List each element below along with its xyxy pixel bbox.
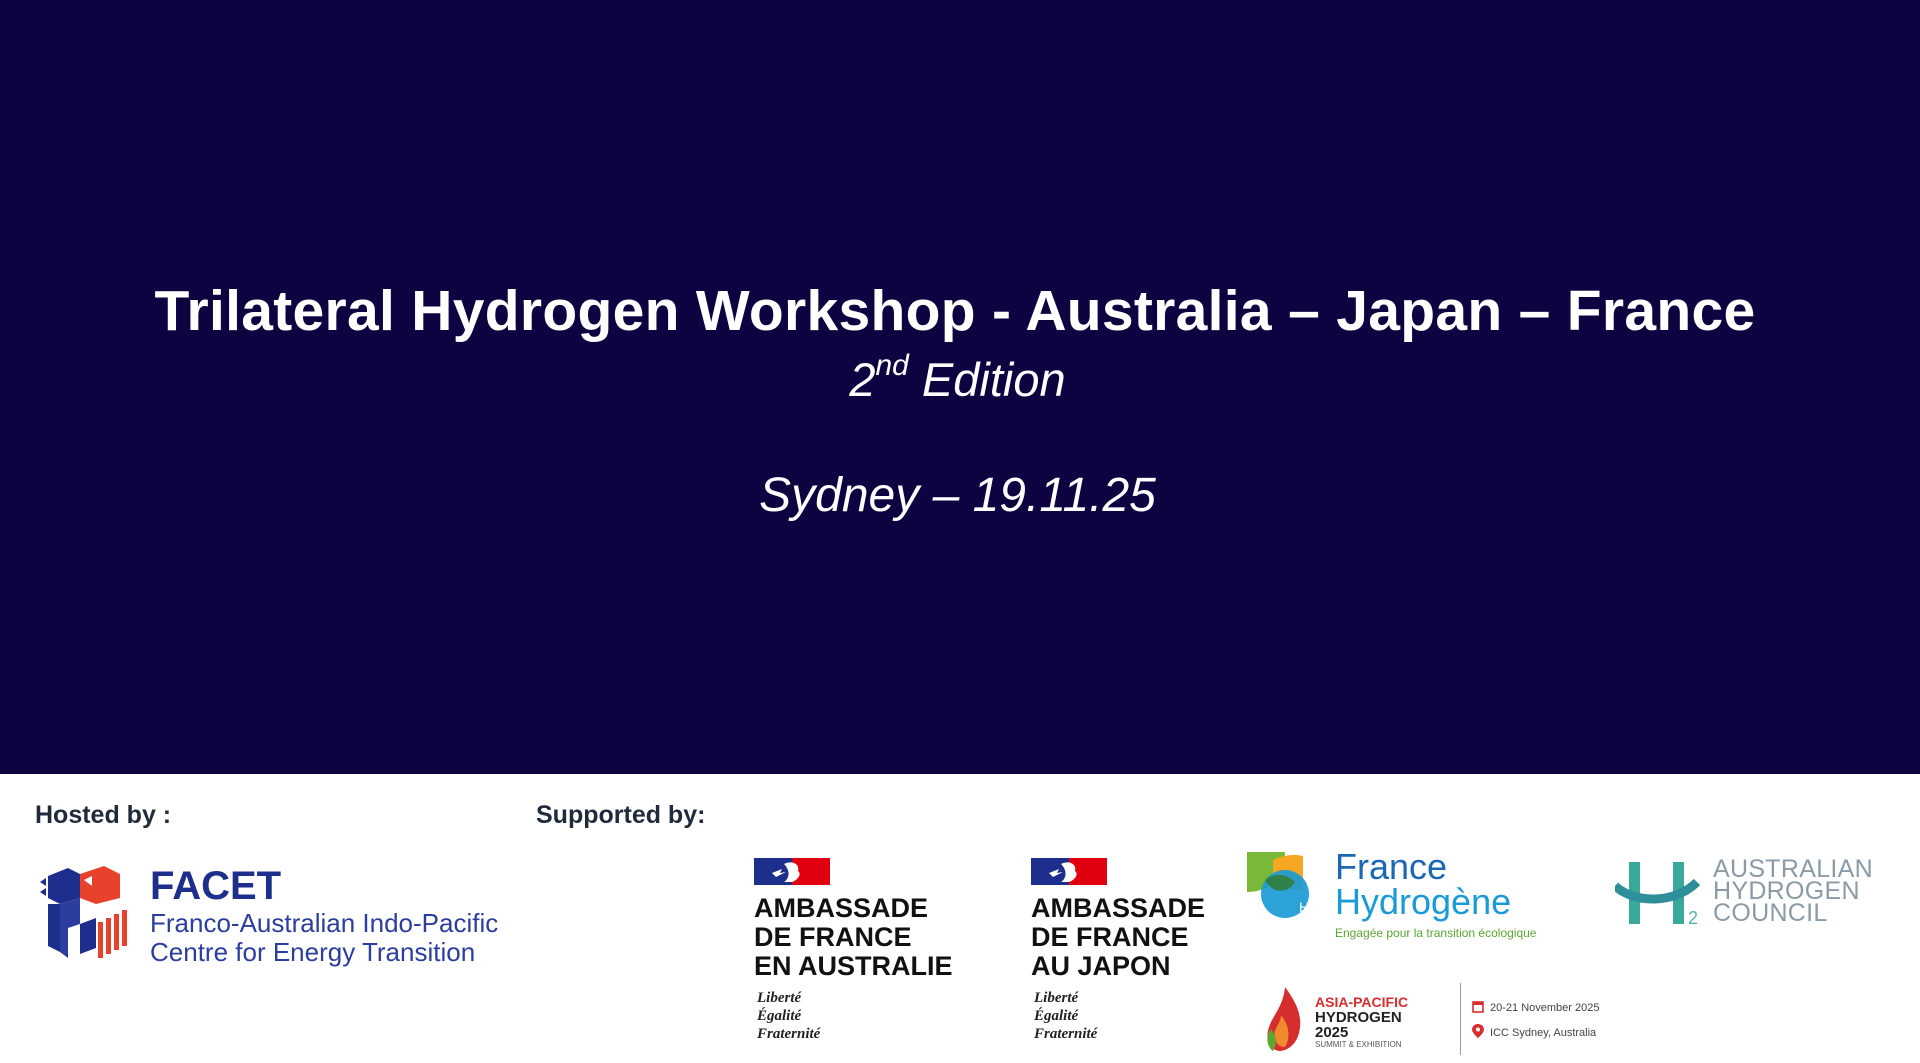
embassy-au-motto: Liberté Égalité Fraternité — [757, 989, 820, 1043]
embassy-au-line1: AMBASSADE — [754, 893, 929, 923]
motto-liberte: Liberté — [757, 990, 802, 1006]
ahc-name: AUSTRALIAN HYDROGEN COUNCIL — [1713, 857, 1873, 927]
marianne-flag-icon — [1031, 858, 1107, 885]
facet-name: FACET — [150, 864, 282, 908]
aph-location: ICC Sydney, Australia — [1472, 1024, 1596, 1039]
svg-text:2: 2 — [1688, 908, 1698, 928]
embassy-jp-line1: AMBASSADE — [1031, 893, 1206, 923]
slide-title: Trilateral Hydrogen Workshop - Australia… — [154, 279, 1756, 343]
title-slide: Trilateral Hydrogen Workshop - Australia… — [0, 0, 1920, 1063]
aph-line4: SUMMIT & EXHIBITION — [1315, 1040, 1402, 1049]
svg-text:H₂: H₂ — [1299, 899, 1315, 915]
aph-line1: ASIA-PACIFIC — [1315, 994, 1409, 1010]
asia-pacific-hydrogen-logo: ASIA-PACIFIC HYDROGEN 2025 SUMMIT & EXHI… — [1263, 985, 1423, 1055]
hosted-by-label: Hosted by : — [35, 801, 172, 829]
motto-egalite: Égalité — [757, 1008, 802, 1024]
motto-fraternite: Fraternité — [1034, 1026, 1098, 1042]
france-hydrogene-logo: H₂ France Hydrogène Engagée pour la tran… — [1245, 848, 1565, 945]
edition-number: 2 — [849, 353, 876, 406]
facet-mark-icon — [40, 866, 127, 958]
aph-dates: 20-21 November 2025 — [1472, 1000, 1599, 1014]
ahc-line3: COUNCIL — [1713, 899, 1828, 927]
aph-divider — [1460, 983, 1461, 1055]
embassy-au-name: AMBASSADE DE FRANCE EN AUSTRALIE — [754, 894, 953, 981]
embassy-jp-line2: DE FRANCE — [1031, 922, 1189, 952]
flame-icon — [1267, 987, 1301, 1051]
aph-location-text: ICC Sydney, Australia — [1490, 1027, 1597, 1039]
event-location-date: Sydney – 19.11.25 — [759, 469, 1156, 522]
embassy-au-line3: EN AUSTRALIE — [754, 951, 953, 981]
embassy-jp-line3: AU JAPON — [1031, 951, 1171, 981]
calendar-icon — [1472, 1001, 1484, 1013]
motto-fraternite: Fraternité — [757, 1026, 821, 1042]
aph-line3: 2025 — [1315, 1024, 1349, 1041]
embassy-france-japan-logo: AMBASSADE DE FRANCE AU JAPON Liberté Éga… — [1031, 858, 1251, 1058]
france-hydrogene-word2: Hydrogène — [1335, 881, 1512, 922]
embassy-jp-motto: Liberté Égalité Fraternité — [1034, 989, 1097, 1043]
edition-subtitle: 2nd Edition — [0, 349, 1915, 407]
marianne-flag-icon — [754, 858, 830, 885]
facet-logo: FACET Franco-Australian Indo-Pacific Cen… — [40, 864, 510, 974]
edition-word: Edition — [908, 353, 1066, 406]
aph-dates-text: 20-21 November 2025 — [1490, 1002, 1600, 1014]
embassy-france-australia-logo: AMBASSADE DE FRANCE EN AUSTRALIE Liberté… — [754, 858, 974, 1058]
facet-fullname-line2: Centre for Energy Transition — [150, 937, 476, 967]
location-pin-icon — [1472, 1024, 1484, 1038]
supported-by-label: Supported by: — [536, 801, 706, 829]
ahc-h2-mark-icon: 2 — [1615, 862, 1701, 928]
australian-hydrogen-council-logo: 2 AUSTRALIAN HYDROGEN COUNCIL — [1615, 857, 1875, 928]
motto-liberte: Liberté — [1034, 990, 1079, 1006]
france-hydrogene-tagline: Engagée pour la transition écologique — [1335, 926, 1537, 940]
edition-ordinal-suffix: nd — [875, 349, 909, 383]
embassy-au-line2: DE FRANCE — [754, 922, 912, 952]
hero-banner: Trilateral Hydrogen Workshop - Australia… — [0, 0, 1920, 774]
motto-egalite: Égalité — [1034, 1008, 1079, 1024]
france-hydrogene-mark-icon: H₂ — [1247, 852, 1315, 918]
embassy-jp-name: AMBASSADE DE FRANCE AU JAPON — [1031, 894, 1205, 981]
facet-fullname-line1: Franco-Australian Indo-Pacific — [150, 908, 499, 938]
